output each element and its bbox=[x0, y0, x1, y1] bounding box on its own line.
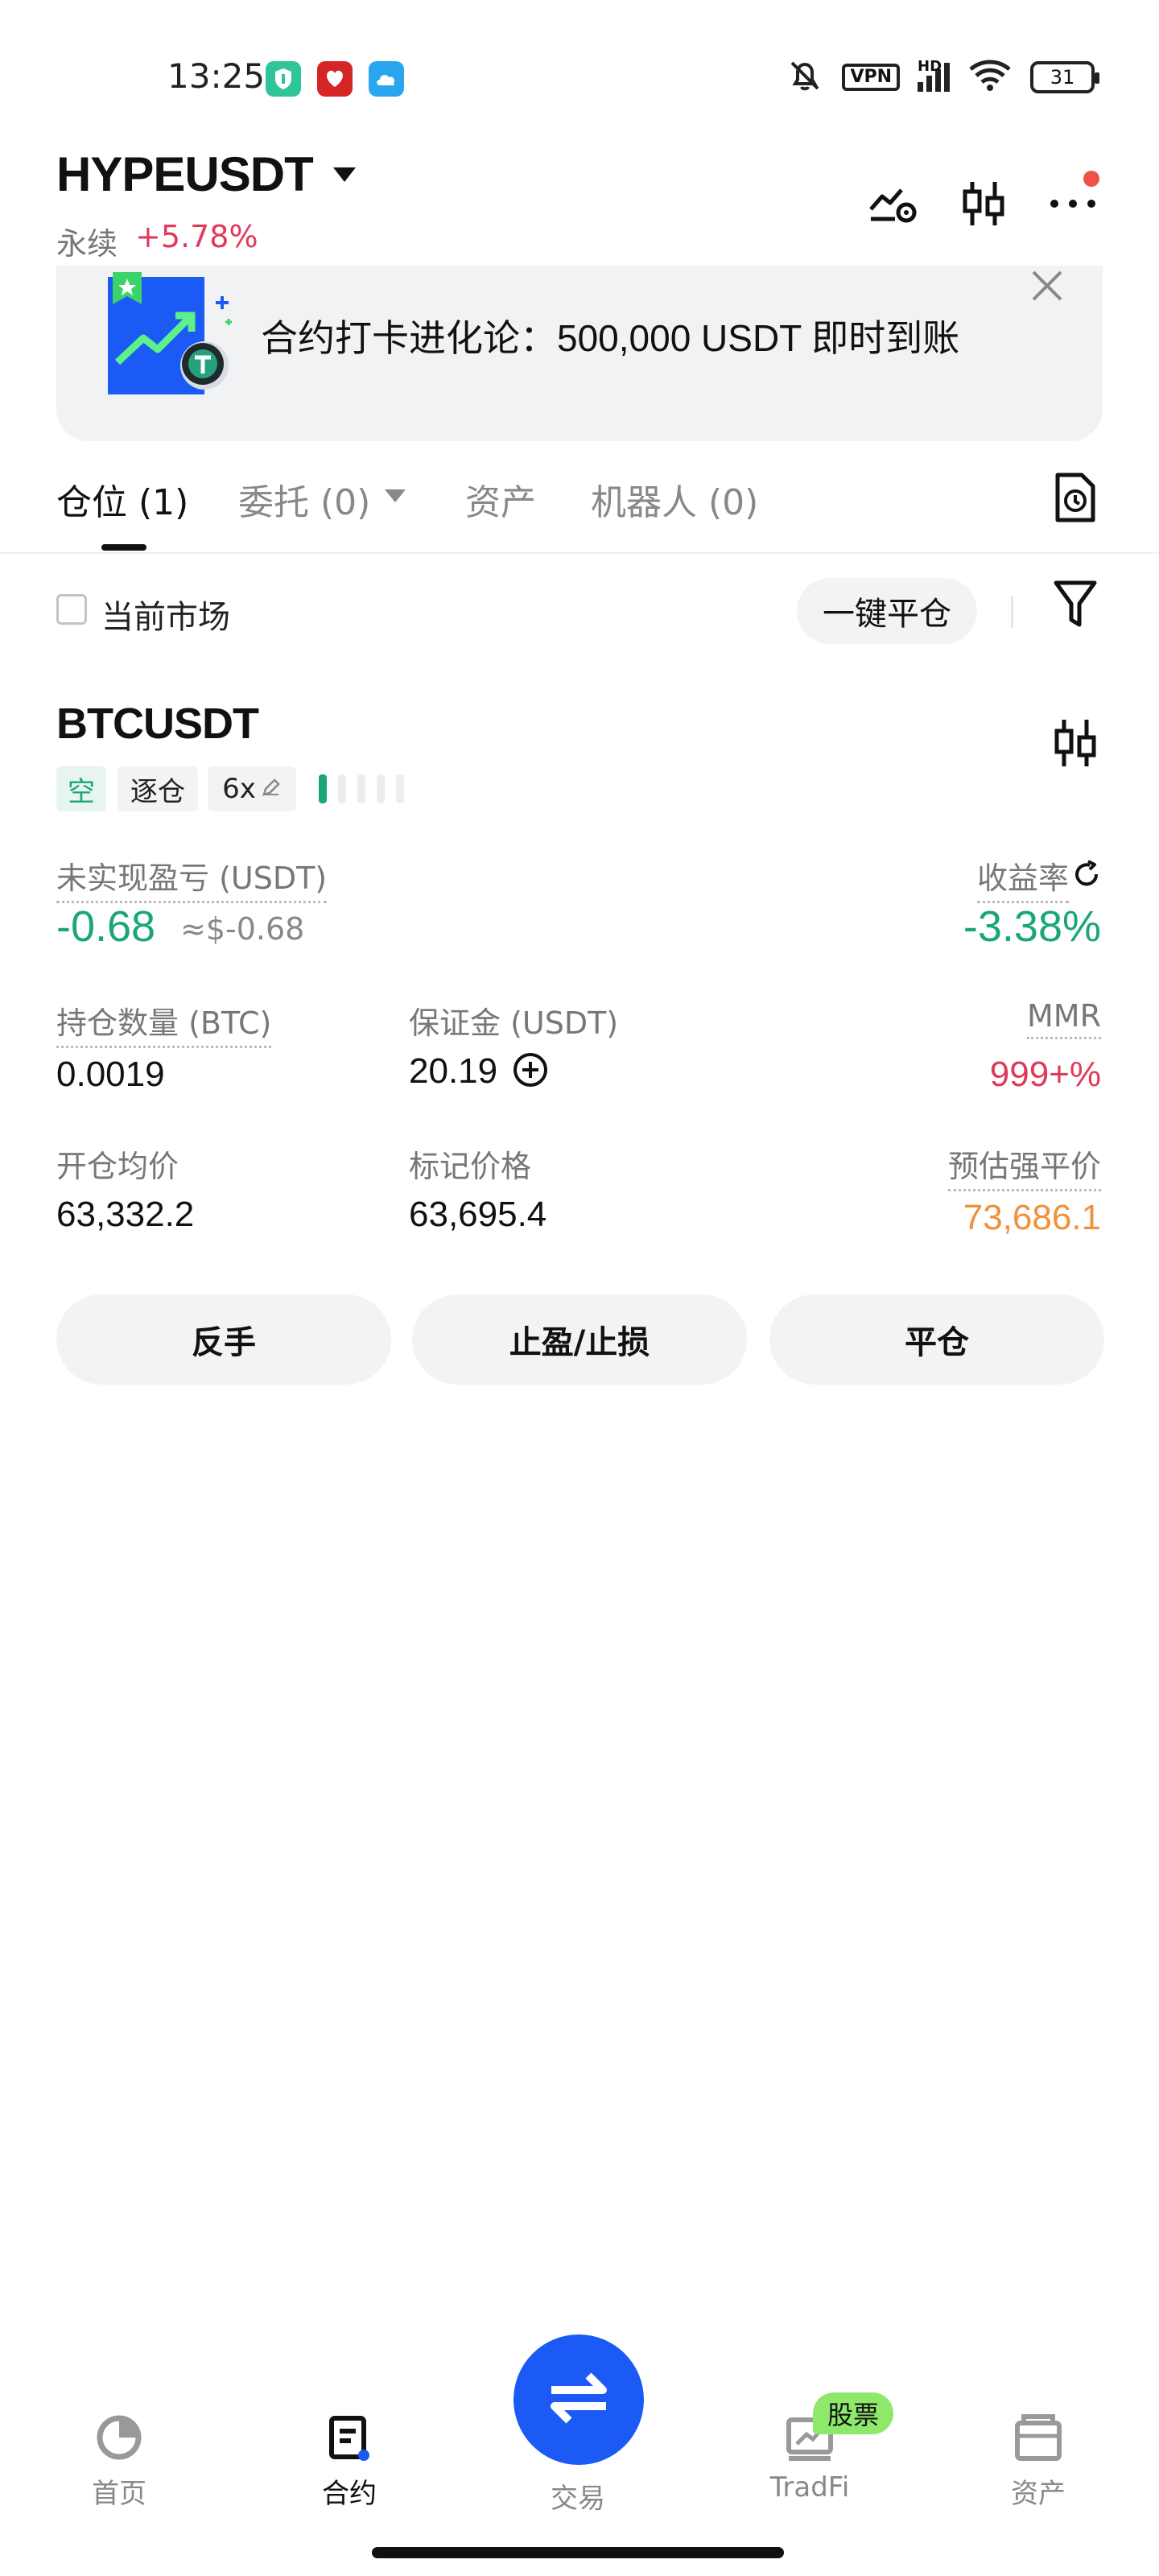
mmr-value: 999+% bbox=[989, 1055, 1101, 1094]
nav-tradfi-label: TradFi bbox=[769, 2471, 850, 2504]
roe-label[interactable]: 收益率 bbox=[976, 853, 1069, 903]
mmr-label[interactable]: MMR bbox=[1027, 998, 1101, 1039]
tab-positions[interactable]: 仓位 (1) bbox=[56, 473, 188, 525]
mute-bell-icon bbox=[786, 56, 824, 98]
risk-level-bar-4 bbox=[377, 774, 385, 803]
entry-price-label: 开仓均价 bbox=[56, 1149, 179, 1184]
unrealized-pnl-value: -0.68 bbox=[56, 902, 156, 951]
reverse-button[interactable]: 反手 bbox=[56, 1294, 391, 1385]
trade-button[interactable] bbox=[514, 2334, 644, 2465]
position-size-value: 0.0019 bbox=[56, 1055, 165, 1094]
tp-sl-button[interactable]: 止盈/止损 bbox=[412, 1294, 747, 1385]
shield-app-icon bbox=[266, 61, 301, 97]
divider bbox=[1011, 596, 1013, 628]
status-time: 13:25 bbox=[167, 56, 266, 96]
current-market-checkbox[interactable] bbox=[56, 594, 87, 625]
add-margin-icon[interactable] bbox=[512, 1051, 549, 1088]
tab-bots[interactable]: 机器人 (0) bbox=[591, 473, 758, 525]
wifi-icon bbox=[967, 58, 1013, 97]
vpn-indicator: VPN bbox=[842, 64, 900, 91]
tab-orders[interactable]: 委托 (0) bbox=[238, 473, 370, 525]
active-tab-indicator bbox=[101, 544, 146, 551]
signal-icon: HD bbox=[918, 58, 950, 92]
edit-icon bbox=[261, 773, 282, 805]
close-icon[interactable] bbox=[1027, 266, 1067, 306]
margin-value: 20.19 bbox=[409, 1051, 498, 1091]
close-all-button[interactable]: 一键平仓 bbox=[797, 578, 977, 644]
banner-text[interactable]: 合约打卡进化论：500,000 USDT 即时到账 bbox=[261, 309, 959, 362]
orders-dropdown-icon[interactable] bbox=[385, 489, 406, 502]
notification-dot bbox=[1083, 171, 1099, 187]
nav-trade-label[interactable]: 交易 bbox=[497, 2476, 658, 2516]
filter-icon[interactable] bbox=[1053, 578, 1098, 631]
nav-assets[interactable]: 资产 bbox=[958, 2412, 1119, 2511]
battery-indicator: 31 bbox=[1030, 61, 1099, 93]
cloud-app-icon bbox=[369, 61, 404, 97]
risk-level-bar-3 bbox=[357, 774, 365, 803]
margin-mode-tag[interactable]: 逐仓 bbox=[118, 766, 198, 811]
leverage-tag[interactable]: 6x bbox=[208, 766, 296, 811]
nav-assets-label: 资产 bbox=[1011, 2478, 1066, 2510]
pair-dropdown-icon[interactable] bbox=[333, 167, 356, 182]
position-size-label[interactable]: 持仓数量 (BTC) bbox=[56, 998, 272, 1048]
price-change: +5.78% bbox=[135, 219, 258, 254]
nav-home-label: 首页 bbox=[92, 2478, 146, 2510]
swap-arrows-icon bbox=[547, 2366, 611, 2434]
nav-futures[interactable]: 合约 bbox=[269, 2412, 430, 2511]
entry-price-value: 63,332.2 bbox=[56, 1195, 195, 1234]
mark-price-value: 63,695.4 bbox=[409, 1195, 547, 1234]
wallet-icon bbox=[1013, 2412, 1064, 2467]
side-tag: 空 bbox=[56, 766, 106, 811]
risk-level-bar-2 bbox=[338, 774, 346, 803]
unrealized-pnl-usd: ≈$-0.68 bbox=[180, 911, 305, 947]
home-icon bbox=[93, 2412, 145, 2467]
promo-chart-icon bbox=[105, 266, 241, 402]
current-market-label[interactable]: 当前市场 bbox=[101, 591, 230, 638]
risk-level-bar-5 bbox=[396, 774, 404, 803]
home-indicator[interactable] bbox=[372, 2547, 784, 2558]
risk-level-bar-1 bbox=[319, 774, 327, 803]
candlestick-chart-icon[interactable] bbox=[958, 177, 1011, 230]
stock-badge: 股票 bbox=[813, 2392, 893, 2434]
mark-price-label: 标记价格 bbox=[409, 1149, 532, 1184]
leverage-value: 6x bbox=[222, 773, 256, 805]
margin-label: 保证金 (USDT) bbox=[409, 1005, 619, 1041]
close-position-button[interactable]: 平仓 bbox=[769, 1294, 1104, 1385]
liq-price-value: 73,686.1 bbox=[963, 1198, 1101, 1237]
roe-value: -3.38% bbox=[963, 902, 1101, 951]
status-icons: VPN HD 31 bbox=[786, 56, 1099, 98]
contract-type-label: 永续 bbox=[56, 226, 118, 262]
liq-price-label[interactable]: 预估强平价 bbox=[947, 1141, 1101, 1191]
nav-futures-label: 合约 bbox=[322, 2478, 377, 2510]
history-icon[interactable] bbox=[1051, 472, 1099, 523]
position-symbol[interactable]: BTCUSDT bbox=[56, 699, 259, 749]
tab-assets[interactable]: 资产 bbox=[465, 473, 536, 525]
futures-icon bbox=[324, 2412, 375, 2467]
tab-divider bbox=[0, 552, 1159, 554]
nav-home[interactable]: 首页 bbox=[39, 2412, 200, 2511]
pair-title[interactable]: HYPEUSDT bbox=[56, 147, 314, 202]
unrealized-pnl-label[interactable]: 未实现盈亏 (USDT) bbox=[56, 853, 328, 903]
position-chart-icon[interactable] bbox=[1051, 716, 1099, 770]
trend-settings-icon[interactable] bbox=[866, 177, 919, 230]
heart-app-icon bbox=[317, 61, 353, 97]
hd-label: HD bbox=[918, 58, 942, 75]
refresh-icon[interactable] bbox=[1070, 858, 1103, 890]
